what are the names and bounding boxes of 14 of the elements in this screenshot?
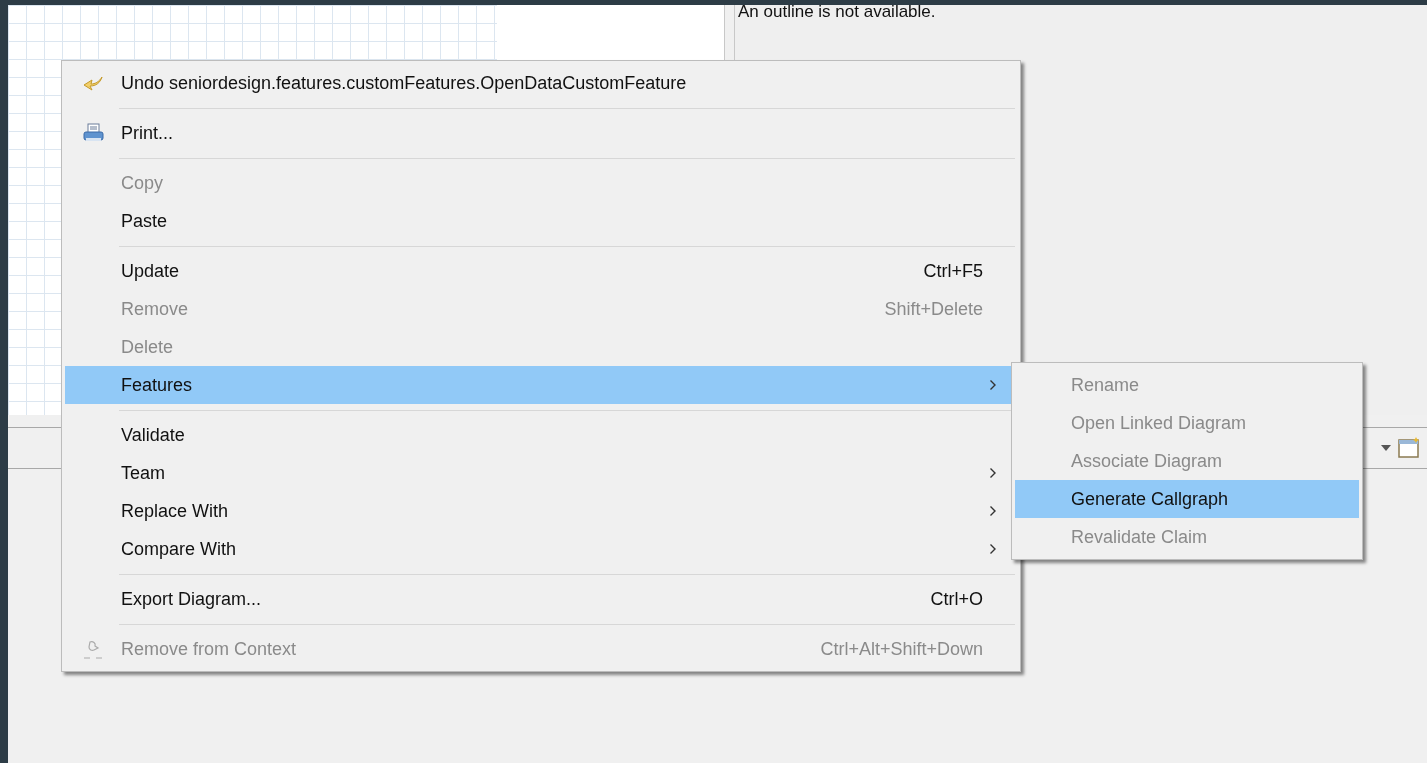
dropdown-arrow-icon[interactable] — [1381, 445, 1391, 451]
menu-item[interactable]: Paste — [65, 202, 1017, 240]
shortcut-label: Ctrl+O — [930, 587, 983, 611]
shortcut-label: Shift+Delete — [884, 297, 983, 321]
printer-icon — [82, 122, 106, 144]
shortcut-label: Ctrl+Alt+Shift+Down — [820, 637, 983, 661]
menu-item[interactable]: Print... — [65, 114, 1017, 152]
shortcut-label: Ctrl+F5 — [923, 259, 983, 283]
new-window-icon[interactable] — [1397, 436, 1421, 460]
menu-item[interactable]: Update Ctrl+F5 — [65, 252, 1017, 290]
outline-message: An outline is not available. — [738, 3, 937, 21]
menu-item[interactable]: Export Diagram... Ctrl+O — [65, 580, 1017, 618]
menu-item[interactable]: Undo seniordesign.features.customFeatures.OpenDataCustomFeature — [65, 64, 1017, 102]
menu-item[interactable]: Generate Callgraph — [1015, 480, 1359, 518]
